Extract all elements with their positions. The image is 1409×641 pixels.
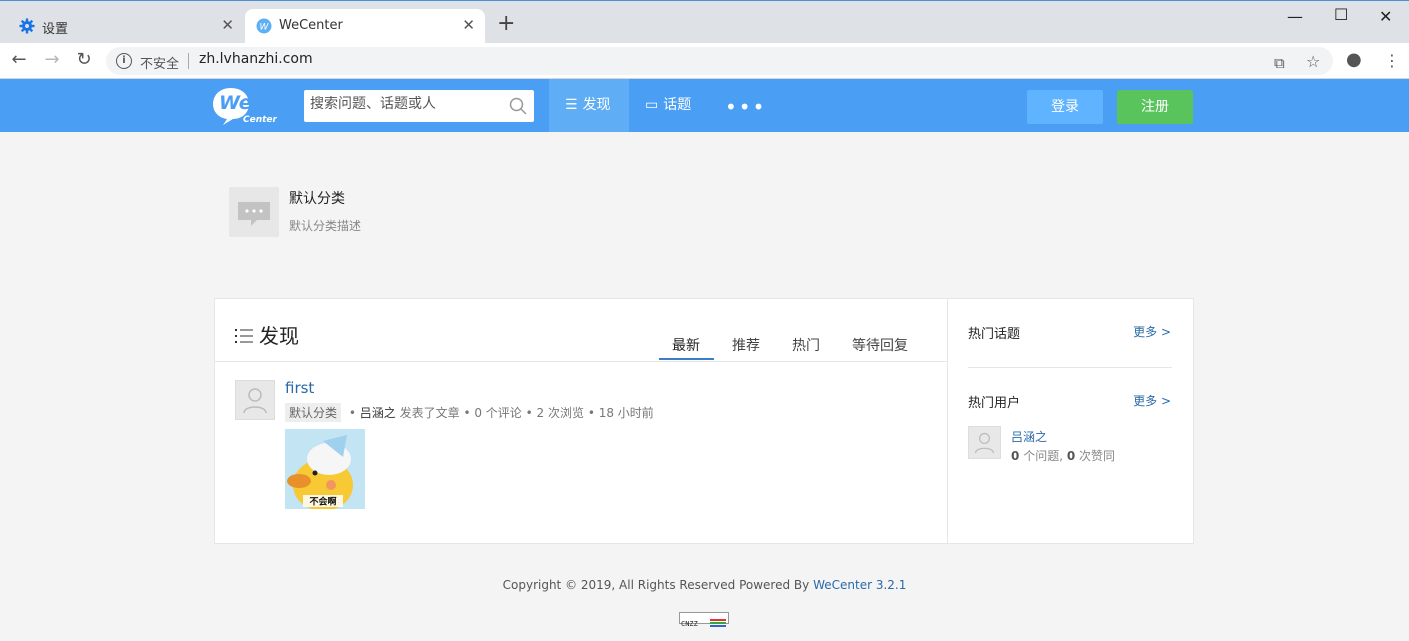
svg-text:Center: Center [243, 115, 277, 125]
section-title: 发现 [235, 320, 299, 349]
footer: Copyright © 2019, All Rights Reserved Po… [0, 578, 1409, 592]
nav-topics[interactable]: ▭ 话题 [629, 79, 709, 132]
address-bar[interactable]: i 不安全 zh.lvhanzhi.com ⧉ ☆ [106, 47, 1333, 75]
sidebar: 热门话题 更多 > 热门用户 更多 > 吕涵之 0 个问题, 0 次赞同 [948, 299, 1193, 543]
minimize-icon[interactable]: — [1287, 7, 1303, 26]
user-avatar-icon [974, 432, 995, 454]
browser-tab-title: 设置 [42, 22, 69, 37]
cnzz-logo: CNZZ [681, 619, 726, 628]
search-input[interactable] [310, 96, 500, 112]
image-caption: 不会啊 [309, 496, 336, 508]
user-avatar-icon [243, 388, 267, 414]
nav-label: 发现 [582, 97, 611, 113]
register-button[interactable]: 注册 [1117, 90, 1193, 124]
profile-icon[interactable]: ● [1346, 49, 1362, 70]
separator [188, 53, 189, 69]
like-label: 次赞同 [1079, 449, 1116, 463]
post-thumbnail[interactable]: 不会啊 [285, 429, 365, 509]
section-title-text: 发现 [259, 324, 299, 348]
close-window-icon[interactable]: ✕ [1379, 7, 1392, 26]
translate-icon[interactable]: ⧉ [1274, 54, 1285, 72]
url-text[interactable]: zh.lvhanzhi.com [199, 51, 313, 67]
new-tab-button[interactable]: + [497, 13, 515, 35]
security-label: 不安全 [140, 57, 180, 72]
bookmark-star-icon[interactable]: ☆ [1306, 52, 1320, 71]
cnzz-badge[interactable]: CNZZ [679, 612, 729, 628]
dot-separator: • [525, 406, 537, 420]
dot-separator: • [348, 406, 360, 420]
divider [215, 361, 948, 362]
view-count: 2 次浏览 [536, 406, 584, 420]
chat-icon: ▭ [645, 97, 659, 113]
cnzz-text: CNZZ [681, 620, 698, 628]
category-title: 默认分类 [289, 191, 345, 207]
dot-separator: • [463, 406, 475, 420]
user-name-link[interactable]: 吕涵之 [1011, 428, 1047, 445]
hot-users-title: 热门用户 [968, 396, 1021, 411]
question-label: 个问题, [1023, 449, 1064, 463]
post-action: 发表了文章 [399, 406, 460, 420]
user-stats: 0 个问题, 0 次赞同 [1011, 447, 1115, 464]
like-count: 0 [1066, 449, 1076, 463]
duck-meme-image: 不会啊 [285, 429, 365, 509]
post-meta: 默认分类 • 吕涵之 发表了文章 • 0 个评论 • 2 次浏览 • 18 小时… [285, 403, 654, 422]
browser-tab-wecenter[interactable]: W WeCenter ✕ [245, 9, 485, 44]
category-description: 默认分类描述 [289, 219, 362, 233]
post-author-link[interactable]: 吕涵之 [360, 406, 396, 420]
avatar[interactable] [235, 380, 275, 420]
browser-tab-settings[interactable]: 设置 ✕ [8, 9, 244, 44]
nav-discover[interactable]: ☰ 发现 [549, 79, 629, 132]
hot-topics-more-link[interactable]: 更多 > [1133, 323, 1171, 340]
menu-icon[interactable]: ⋮ [1384, 51, 1400, 70]
nav-label: 话题 [663, 97, 692, 113]
tab-hot[interactable]: 热门 [792, 335, 820, 355]
wecenter-favicon-icon: W [256, 18, 272, 34]
list-icon: ☰ [565, 97, 578, 113]
browser-toolbar: ← → ↻ i 不安全 zh.lvhanzhi.com ⧉ ☆ ● ⋮ [0, 43, 1409, 79]
content-panel: 发现 最新 推荐 热门 等待回复 first 默认分类 • 吕涵之 发表了文章 … [214, 298, 1194, 544]
tab-recommended[interactable]: 推荐 [732, 335, 760, 355]
hot-users-more-link[interactable]: 更多 > [1133, 392, 1171, 409]
browser-tabstrip: 设置 ✕ W WeCenter ✕ + — ☐ ✕ [0, 0, 1409, 44]
site-header: We Center ☰发现 ▭话题 ••• 登录 注册 [0, 79, 1409, 132]
gear-icon [19, 18, 35, 34]
tab-waiting-reply[interactable]: 等待回复 [852, 335, 908, 355]
category-tag[interactable]: 默认分类 [285, 403, 342, 422]
tab-latest[interactable]: 最新 [672, 335, 700, 355]
more-menu-button[interactable]: ••• [725, 95, 766, 119]
svg-text:We: We [219, 92, 252, 114]
category-icon [229, 187, 279, 237]
dot-separator: • [587, 406, 599, 420]
post-time: 18 小时前 [598, 406, 654, 420]
search-icon[interactable] [509, 97, 527, 115]
wecenter-logo[interactable]: We Center [213, 86, 277, 126]
question-count: 0 [1011, 449, 1020, 463]
reload-icon[interactable]: ↻ [74, 50, 94, 70]
feed-section: 发现 最新 推荐 热门 等待回复 first 默认分类 • 吕涵之 发表了文章 … [215, 299, 948, 543]
forward-icon[interactable]: → [42, 50, 62, 70]
login-button[interactable]: 登录 [1027, 90, 1103, 124]
info-icon[interactable]: i [116, 53, 132, 69]
copyright-text: Copyright © 2019, All Rights Reserved Po… [502, 578, 810, 592]
wecenter-link[interactable]: WeCenter 3.2.1 [813, 578, 906, 592]
back-icon[interactable]: ← [9, 50, 29, 70]
close-icon[interactable]: ✕ [221, 16, 234, 34]
active-tab-indicator [659, 358, 714, 360]
svg-text:W: W [260, 23, 270, 33]
maximize-icon[interactable]: ☐ [1334, 5, 1348, 24]
comment-count: 0 个评论 [474, 406, 522, 420]
search-box [304, 90, 534, 122]
close-icon[interactable]: ✕ [462, 16, 475, 34]
divider [968, 367, 1172, 368]
list-icon [235, 329, 253, 343]
avatar[interactable] [968, 426, 1001, 459]
chat-bubble-icon [238, 202, 270, 226]
browser-tab-title: WeCenter [279, 18, 343, 33]
post-title-link[interactable]: first [285, 379, 314, 397]
hot-topics-title: 热门话题 [968, 327, 1021, 342]
